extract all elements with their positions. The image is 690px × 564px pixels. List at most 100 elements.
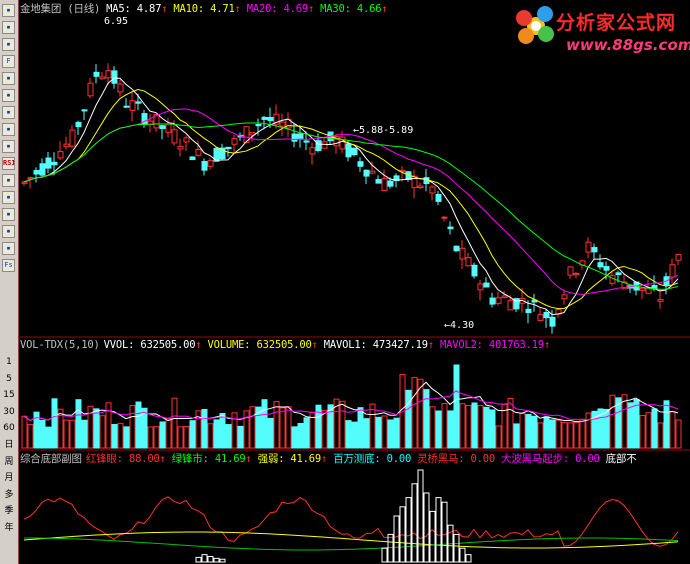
rsi-icon[interactable]: RSI: [2, 157, 15, 170]
period-日[interactable]: 日: [1, 439, 17, 451]
volume-bar: [297, 422, 304, 449]
min-icon[interactable]: ▪: [2, 89, 15, 102]
candle: [159, 125, 166, 130]
candle: [567, 266, 574, 276]
candle: [69, 129, 76, 147]
candle: [183, 137, 190, 143]
indicator-bar: [405, 497, 412, 563]
candle: [39, 163, 46, 176]
low-price-label: ←4.30: [444, 320, 475, 331]
candle: [123, 105, 130, 108]
chart-area[interactable]: 金地集团 (日线) MA5: 4.87↑ MA10: 4.71↑ MA20: 4.69…: [18, 0, 690, 564]
ma10-line: [23, 88, 679, 310]
candle: [591, 247, 598, 253]
candle: [537, 314, 544, 321]
volume-bar: [357, 407, 364, 449]
volume-bar: [201, 409, 208, 449]
draw-icon[interactable]: ▪: [2, 123, 15, 136]
volume-bar: [567, 422, 574, 449]
volume-bar: [249, 406, 256, 449]
volume-bar: [483, 406, 490, 449]
period-多[interactable]: 多: [1, 489, 17, 501]
zoom-in-icon[interactable]: ▪: [2, 21, 15, 34]
period-5[interactable]: 5: [1, 373, 17, 385]
volume-bar: [339, 400, 346, 449]
zoom-out-icon[interactable]: ▪: [2, 38, 15, 51]
volume-bar: [489, 409, 496, 449]
candle: [165, 123, 172, 133]
exp-icon[interactable]: ▪: [2, 191, 15, 204]
volume-bar: [45, 426, 52, 449]
volume-value-item: VVOL: 632505.00↑: [103, 339, 202, 351]
ma5-line: [23, 77, 679, 316]
period-30[interactable]: 30: [1, 406, 17, 418]
info-icon[interactable]: ▪: [2, 140, 15, 153]
volume-bar: [63, 419, 70, 449]
candle: [93, 71, 100, 77]
candle: [381, 178, 388, 191]
period-月[interactable]: 月: [1, 472, 17, 484]
fwd-icon[interactable]: ▪: [2, 225, 15, 238]
volume-bar: [135, 401, 142, 449]
volume-bar: [81, 419, 88, 449]
volume-bar: [513, 423, 520, 449]
volume-bar: [429, 406, 436, 449]
period-15[interactable]: 15: [1, 389, 17, 401]
ind-icon[interactable]: ▪: [2, 174, 15, 187]
gap-value: 5.88-5.89: [359, 125, 414, 136]
candle: [129, 100, 136, 111]
ma20-line: [23, 108, 679, 295]
f10-icon[interactable]: F: [2, 55, 15, 68]
volume-bar: [381, 415, 388, 449]
candle: [363, 169, 370, 177]
back-icon[interactable]: ▪: [2, 208, 15, 221]
volume-value-item: MAVOL2: 401763.19↑: [439, 339, 551, 351]
candle: [81, 109, 88, 112]
kline-chart-svg[interactable]: [18, 0, 690, 564]
candle: [171, 129, 178, 144]
kline-icon[interactable]: ▪: [2, 106, 15, 119]
fs-icon[interactable]: Fs: [2, 259, 15, 272]
volume-bar: [585, 412, 592, 449]
candle: [669, 264, 676, 278]
candle: [597, 262, 604, 268]
period-60[interactable]: 60: [1, 422, 17, 434]
volume-bar: [303, 417, 310, 449]
indicator-bar: [435, 497, 442, 563]
volume-bar: [75, 399, 82, 449]
left-toolbar: ▪ ▪ ▪ F ▪ ▪ ▪ ▪ ▪ RSI ▪ ▪ ▪ ▪ ▪ Fs 1 5 15 30 60 日周月多季年: [0, 0, 19, 564]
volume-bar: [129, 405, 136, 449]
volume-bar: [633, 399, 640, 449]
period-1[interactable]: 1: [1, 356, 17, 368]
indicator-bar: [213, 557, 220, 563]
period-周[interactable]: 周: [1, 456, 17, 468]
volume-bar: [207, 423, 214, 449]
candle: [465, 257, 472, 267]
volume-bar: [465, 404, 472, 449]
volume-bar: [69, 419, 76, 449]
candle: [483, 282, 490, 288]
stock-name: 金地集团 (日线): [20, 3, 101, 15]
indicator-bar: [453, 533, 460, 563]
volume-bar: [447, 410, 454, 449]
candle: [441, 216, 448, 219]
cursor-icon[interactable]: ▪: [2, 4, 15, 17]
candle: [603, 266, 610, 271]
candle: [357, 161, 364, 167]
candle: [657, 299, 664, 302]
candle: [195, 148, 202, 156]
candle: [207, 160, 214, 167]
indicator-bar: [201, 554, 208, 563]
candle: [117, 83, 124, 93]
volume-bar: [363, 418, 370, 449]
volume-bar: [453, 364, 460, 449]
volume-bar: [411, 377, 418, 449]
candle: [417, 185, 424, 189]
volume-bar: [579, 418, 586, 449]
candle: [309, 147, 316, 155]
period-年[interactable]: 年: [1, 522, 17, 534]
note-icon[interactable]: ▪: [2, 242, 15, 255]
candle: [345, 143, 352, 158]
tick-icon[interactable]: ▪: [2, 72, 15, 85]
period-季[interactable]: 季: [1, 505, 17, 517]
